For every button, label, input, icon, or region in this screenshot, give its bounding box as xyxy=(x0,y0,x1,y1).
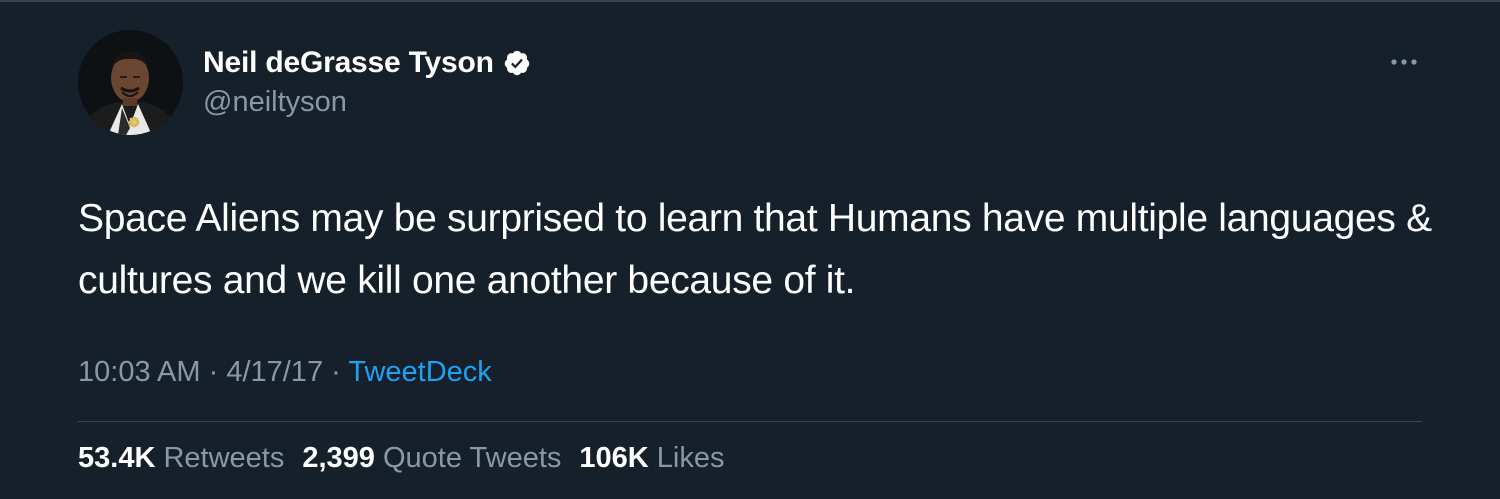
avatar[interactable] xyxy=(78,30,183,135)
retweets-label: Retweets xyxy=(163,442,285,474)
tweet-metadata: 10:03 AM · 4/17/17 · TweetDeck xyxy=(78,356,492,389)
tweet-stats: 53.4K Retweets 2,399 Quote Tweets 106K L… xyxy=(78,442,742,475)
tweet-date[interactable]: 4/17/17 xyxy=(226,356,323,388)
avatar-portrait xyxy=(78,30,183,135)
tweet-text: Space Aliens may be surprised to learn t… xyxy=(78,197,1432,302)
verified-badge-icon xyxy=(503,49,531,77)
likes-stat[interactable]: 106K Likes xyxy=(579,442,724,475)
retweets-stat[interactable]: 53.4K Retweets xyxy=(78,442,284,475)
tweet-source-link[interactable]: TweetDeck xyxy=(348,356,491,388)
stats-divider xyxy=(78,421,1422,422)
likes-count: 106K xyxy=(579,442,649,474)
retweets-count: 53.4K xyxy=(78,442,156,474)
meta-separator: · xyxy=(200,356,227,388)
quote-tweets-label: Quote Tweets xyxy=(382,442,562,474)
more-options-icon[interactable] xyxy=(1386,50,1422,74)
author-handle[interactable]: @neiltyson xyxy=(203,86,347,119)
quote-tweets-stat[interactable]: 2,399 Quote Tweets xyxy=(302,442,561,475)
tweet-time[interactable]: 10:03 AM xyxy=(78,356,201,388)
author-name-row: Neil deGrasse Tyson xyxy=(203,44,531,82)
meta-separator: · xyxy=(323,356,349,388)
tweet-card: Neil deGrasse Tyson @neiltyson Space Ali… xyxy=(0,0,1500,499)
likes-label: Likes xyxy=(656,442,725,474)
author-display-name[interactable]: Neil deGrasse Tyson xyxy=(203,46,494,80)
quote-tweets-count: 2,399 xyxy=(302,442,375,474)
